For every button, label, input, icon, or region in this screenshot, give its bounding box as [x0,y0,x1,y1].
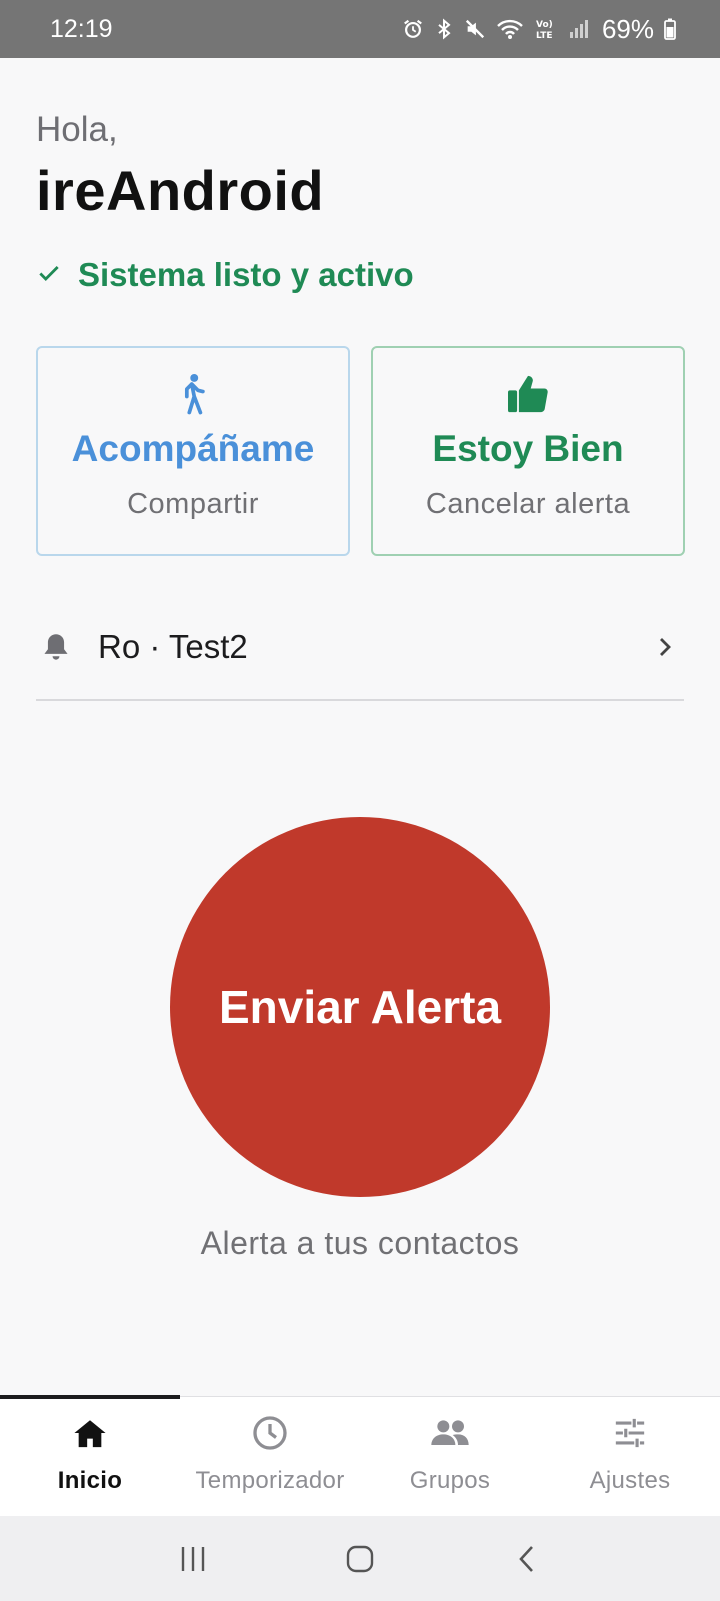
status-bar: 12:19 Vo) LTE 69% [0,0,720,58]
system-nav-bar [0,1516,720,1601]
nav-label-grupos: Grupos [409,1467,491,1494]
group-selector[interactable]: Ro · Test2 [36,605,684,701]
status-time: 12:19 [50,14,113,43]
clock-icon [252,1411,288,1455]
im-ok-title: Estoy Bien [432,428,624,469]
volte-icon: Vo) LTE [534,17,558,41]
alert-caption: Alerta a tus contactos [200,1225,520,1261]
accompany-subtitle: Compartir [127,488,259,520]
back-icon[interactable] [497,1529,557,1589]
nav-item-grupos[interactable]: Grupos [360,1397,540,1517]
username: ireAndroid [36,159,325,222]
wifi-icon [496,18,524,40]
group-label: Ro · Test2 [98,628,248,665]
accompany-card[interactable]: Acompáñame Compartir [36,346,350,556]
accompany-title: Acompáñame [71,428,315,469]
im-ok-subtitle: Cancelar alerta [425,488,631,520]
alarm-icon [402,18,424,40]
system-status: Sistema listo y activo [36,256,414,294]
nav-label-ajustes: Ajustes [589,1467,671,1494]
bottom-nav: Inicio Temporizador Grupos Ajustes [0,1395,720,1517]
check-icon [36,256,62,294]
nav-active-indicator [0,1395,180,1399]
recent-apps-icon[interactable] [163,1529,223,1589]
nav-item-ajustes[interactable]: Ajustes [540,1397,720,1517]
nav-item-inicio[interactable]: Inicio [0,1397,180,1517]
bluetooth-icon [434,18,454,40]
svg-text:LTE: LTE [536,31,553,41]
group-icon [430,1411,470,1455]
home-circle-icon[interactable] [330,1529,390,1589]
send-alert-button[interactable]: Enviar Alerta [170,817,550,1197]
nav-label-temporizador: Temporizador [195,1467,345,1494]
chevron-right-icon [656,635,674,659]
svg-text:Vo): Vo) [536,20,553,30]
home-icon [73,1411,107,1455]
thumbs-up-icon [506,372,550,416]
im-ok-card[interactable]: Estoy Bien Cancelar alerta [371,346,685,556]
system-status-text: Sistema listo y activo [78,256,414,293]
battery-percentage: 69% [601,13,654,44]
mute-icon [464,18,486,40]
nav-item-temporizador[interactable]: Temporizador [180,1397,360,1517]
sliders-icon [613,1411,647,1455]
signal-icon [568,18,590,40]
bell-icon [42,632,72,662]
battery-icon [664,18,676,40]
greeting-hello: Hola, [36,110,118,149]
nav-label-inicio: Inicio [57,1467,123,1494]
status-icons: Vo) LTE 69% [402,14,676,45]
walking-person-icon [178,372,208,416]
